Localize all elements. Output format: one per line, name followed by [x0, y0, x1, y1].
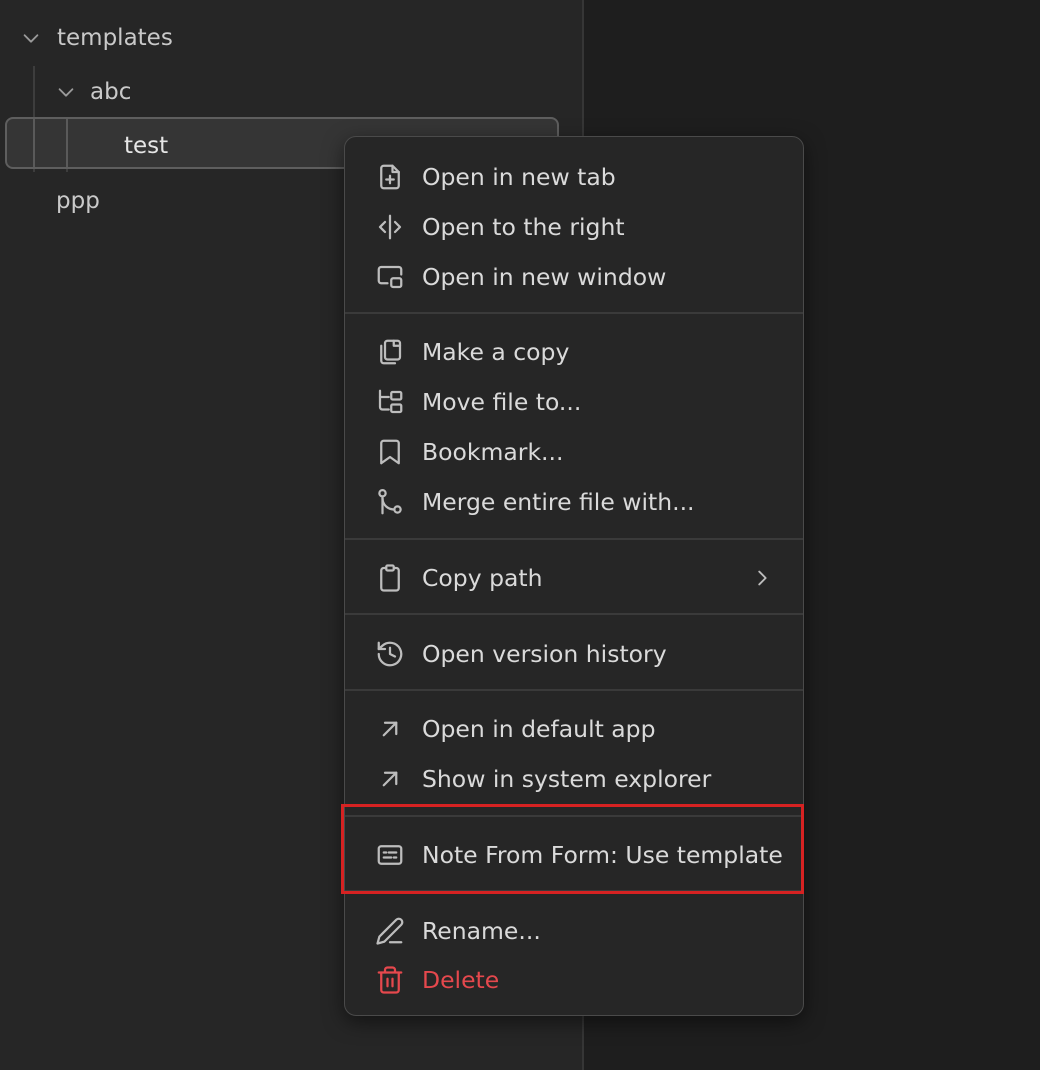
pencil-icon [373, 914, 407, 948]
folder-tree-icon [373, 385, 407, 419]
tree-file-test[interactable]: test [124, 119, 168, 173]
copy-icon [373, 335, 407, 369]
menu-item-label: Make a copy [422, 338, 570, 366]
menu-item-bookmark[interactable]: Bookmark... [345, 429, 803, 475]
menu-item-label: Delete [422, 966, 500, 994]
file-plus-icon [373, 160, 407, 194]
menu-item-label: Show in system explorer [422, 765, 712, 793]
tree-indent-guide [66, 119, 68, 167]
menu-item-show-system-explorer[interactable]: Show in system explorer [345, 756, 803, 802]
menu-separator [345, 689, 803, 691]
chevron-right-icon [751, 567, 773, 589]
menu-item-move-file[interactable]: Move file to... [345, 379, 803, 425]
menu-item-label: Move file to... [422, 388, 582, 416]
bookmark-icon [373, 435, 407, 469]
menu-item-label: Open in default app [422, 715, 656, 743]
menu-item-label: Merge entire file with... [422, 488, 695, 516]
tree-item-label: templates [57, 25, 173, 51]
menu-item-open-to-right[interactable]: Open to the right [345, 204, 803, 250]
menu-item-open-default-app[interactable]: Open in default app [345, 706, 803, 752]
menu-item-open-new-window[interactable]: Open in new window [345, 254, 803, 300]
menu-item-label: Open version history [422, 640, 667, 668]
menu-item-label: Open in new window [422, 263, 667, 291]
menu-item-rename[interactable]: Rename... [345, 908, 803, 954]
git-merge-icon [373, 485, 407, 519]
tree-item-label: test [124, 133, 169, 159]
tree-indent-guide [33, 119, 35, 167]
menu-item-label: Open to the right [422, 213, 625, 241]
tree-folder-abc[interactable]: abc [55, 65, 131, 119]
chevron-down-icon[interactable] [20, 27, 42, 49]
menu-separator [345, 312, 803, 314]
tree-item-label: ppp [56, 188, 100, 214]
arrow-up-right-icon [373, 712, 407, 746]
menu-item-label: Rename... [422, 917, 541, 945]
menu-item-label: Bookmark... [422, 438, 564, 466]
menu-item-label: Open in new tab [422, 163, 616, 191]
menu-item-label: Copy path [422, 564, 543, 592]
menu-separator [345, 613, 803, 615]
history-icon [373, 637, 407, 671]
menu-item-version-history[interactable]: Open version history [345, 631, 803, 677]
tree-folder-templates[interactable]: templates [20, 11, 173, 65]
chevron-down-icon[interactable] [55, 81, 77, 103]
split-right-icon [373, 210, 407, 244]
new-window-icon [373, 260, 407, 294]
menu-item-merge-file[interactable]: Merge entire file with... [345, 479, 803, 525]
arrow-up-right-icon [373, 762, 407, 796]
tree-item-label: abc [90, 79, 132, 105]
menu-item-make-copy[interactable]: Make a copy [345, 329, 803, 375]
highlight-box [341, 804, 804, 894]
menu-separator [345, 538, 803, 540]
menu-item-delete[interactable]: Delete [345, 957, 803, 1003]
menu-item-copy-path[interactable]: Copy path [345, 555, 803, 601]
clipboard-icon [373, 561, 407, 595]
trash-icon [373, 963, 407, 997]
menu-item-open-new-tab[interactable]: Open in new tab [345, 154, 803, 200]
tree-file-ppp[interactable]: ppp [56, 174, 100, 228]
